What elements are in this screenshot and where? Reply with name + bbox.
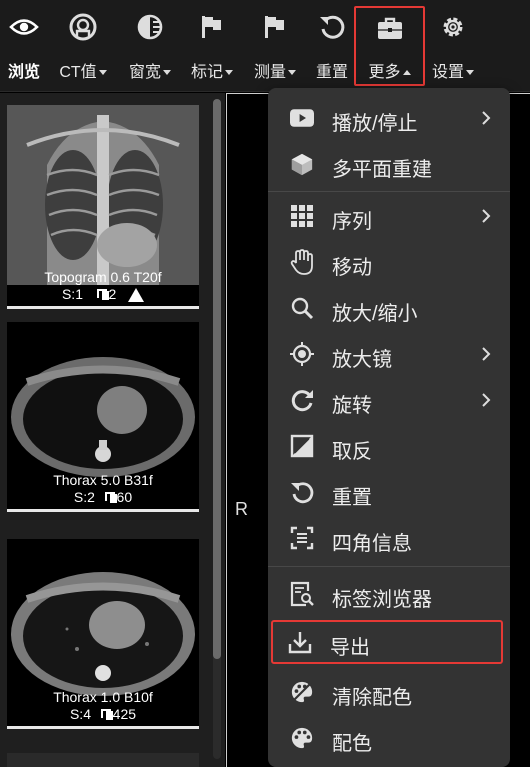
invert-icon — [290, 434, 314, 458]
series-meta: S:2 60 — [73, 489, 133, 505]
window-width-icon — [135, 12, 165, 42]
menu-item-label: 导出 — [330, 637, 370, 659]
menu-item-invert[interactable]: 取反 — [274, 424, 504, 468]
corner-info-icon — [290, 526, 314, 550]
menu-item-label: 放大镜 — [332, 349, 392, 371]
scrollbar-thumb[interactable] — [213, 99, 221, 659]
reset-tool[interactable]: 重置 — [310, 6, 354, 86]
mark-tool[interactable]: 标记 — [184, 6, 240, 86]
target-icon — [290, 342, 314, 366]
series-meta: S:4 425 — [69, 706, 137, 722]
gear-icon — [438, 12, 468, 42]
measure-tool[interactable]: 测量 — [246, 6, 304, 86]
chevron-right-icon — [482, 111, 491, 125]
series-thumbnail[interactable]: Thorax 1.0 B10f S:4 425 — [7, 539, 199, 729]
window-width-tool[interactable]: 窗宽 — [120, 6, 180, 86]
toolbar-label: 更多 — [356, 58, 423, 82]
settings-tool[interactable]: 设置 — [426, 6, 480, 86]
series-progress-bar — [7, 726, 199, 729]
eye-icon — [9, 12, 39, 42]
image-stack-icon — [102, 710, 113, 720]
menu-separator — [268, 191, 510, 192]
menu-item-label: 序列 — [332, 211, 372, 233]
sidebar-scrollbar[interactable] — [213, 99, 221, 759]
cube-icon — [290, 152, 314, 176]
menu-item-label: 放大/缩小 — [332, 303, 418, 325]
topogram-thumbnail-image — [7, 105, 199, 285]
series-name: Thorax 1.0 B10f — [53, 689, 153, 705]
more-menu: 播放/停止 多平面重建 序列 移动 放大/缩小 放大镜 旋转 取反 重置 四角信… — [268, 88, 510, 767]
menu-item-label: 移动 — [332, 257, 372, 279]
menu-item-magnifier[interactable]: 放大镜 — [274, 332, 504, 376]
menu-item-series[interactable]: 序列 — [274, 194, 504, 238]
series-thumbnail[interactable] — [7, 753, 199, 767]
more-tool[interactable]: 更多 — [354, 6, 425, 86]
chevron-right-icon — [482, 209, 491, 223]
series-progress-bar — [7, 306, 199, 309]
menu-item-mpr[interactable]: 多平面重建 — [274, 142, 504, 186]
toolbar-label: 标记 — [184, 58, 240, 82]
toolbar-label: 测量 — [246, 58, 304, 82]
menu-item-clear-colormap[interactable]: 清除配色 — [274, 670, 504, 714]
series-progress-bar — [7, 509, 199, 512]
menu-item-label: 播放/停止 — [332, 113, 418, 135]
tag-browser-icon — [290, 581, 314, 607]
browse-tool[interactable]: 浏览 — [0, 6, 48, 86]
toolbar-label: 窗宽 — [120, 58, 180, 82]
menu-item-tag-browser[interactable]: 标签浏览器 — [274, 572, 504, 616]
palette-icon — [290, 726, 314, 750]
measure-flag-icon — [260, 12, 290, 42]
series-caption: Thorax 5.0 B31f S:2 60 — [7, 472, 199, 506]
series-name: Topogram 0.6 T20f — [44, 269, 162, 285]
menu-item-label: 多平面重建 — [332, 159, 432, 181]
orientation-marker: R — [235, 499, 248, 519]
menu-item-label: 标签浏览器 — [332, 589, 432, 611]
toolbar-label: 设置 — [426, 58, 480, 82]
play-icon — [290, 106, 314, 130]
menu-item-move[interactable]: 移动 — [274, 240, 504, 284]
chevron-right-icon — [482, 393, 491, 407]
series-caption: Thorax 1.0 B10f S:4 425 — [7, 689, 199, 723]
download-icon — [288, 630, 312, 654]
ct-value-tool[interactable]: CT值 — [52, 6, 114, 86]
menu-item-label: 配色 — [332, 733, 372, 755]
toolbar-label: 重置 — [315, 64, 348, 81]
menu-item-corner-info[interactable]: 四角信息 — [274, 516, 504, 560]
toolbar-label: 浏览 — [7, 64, 40, 81]
menu-item-export[interactable]: 导出 — [271, 620, 503, 664]
menu-item-label: 旋转 — [332, 395, 372, 417]
image-stack-icon — [98, 290, 109, 300]
menu-item-label: 取反 — [332, 441, 372, 463]
menu-item-label: 重置 — [332, 487, 372, 509]
flag-icon — [197, 12, 227, 42]
hand-icon — [290, 249, 314, 275]
series-thumbnail[interactable]: Thorax 5.0 B31f S:2 60 — [7, 322, 199, 512]
series-caption: Topogram 0.6 T20f S:1 2 — [7, 269, 199, 303]
briefcase-icon — [375, 14, 405, 44]
menu-item-label: 四角信息 — [332, 533, 412, 555]
menu-item-label: 清除配色 — [332, 687, 412, 709]
menu-item-zoom[interactable]: 放大/缩小 — [274, 286, 504, 330]
menu-item-rotate[interactable]: 旋转 — [274, 378, 504, 422]
menu-item-play-stop[interactable]: 播放/停止 — [274, 96, 504, 140]
menu-item-colormap[interactable]: 配色 — [274, 716, 504, 760]
image-stack-icon — [106, 493, 117, 503]
reset-icon — [317, 12, 347, 42]
reset-icon — [290, 480, 314, 504]
magnifier-icon — [290, 296, 314, 320]
chevron-right-icon — [482, 347, 491, 361]
toolbar-label: CT值 — [52, 58, 114, 82]
menu-separator — [268, 566, 510, 567]
toolbar: 浏览 CT值 窗宽 标记 测量 重置 更多 设置 — [0, 0, 530, 92]
series-sidebar: Topogram 0.6 T20f S:1 2 Thorax 5.0 B31f … — [0, 93, 225, 767]
ct-value-icon — [68, 12, 98, 42]
series-thumbnail[interactable]: Topogram 0.6 T20f S:1 2 — [7, 105, 199, 309]
palette-clear-icon — [290, 680, 314, 704]
series-name: Thorax 5.0 B31f — [53, 472, 153, 488]
grid-icon — [290, 204, 314, 228]
series-meta: S:1 2 — [7, 286, 199, 303]
menu-item-reset[interactable]: 重置 — [274, 470, 504, 514]
rotate-icon — [290, 388, 314, 412]
warning-icon — [128, 288, 145, 303]
